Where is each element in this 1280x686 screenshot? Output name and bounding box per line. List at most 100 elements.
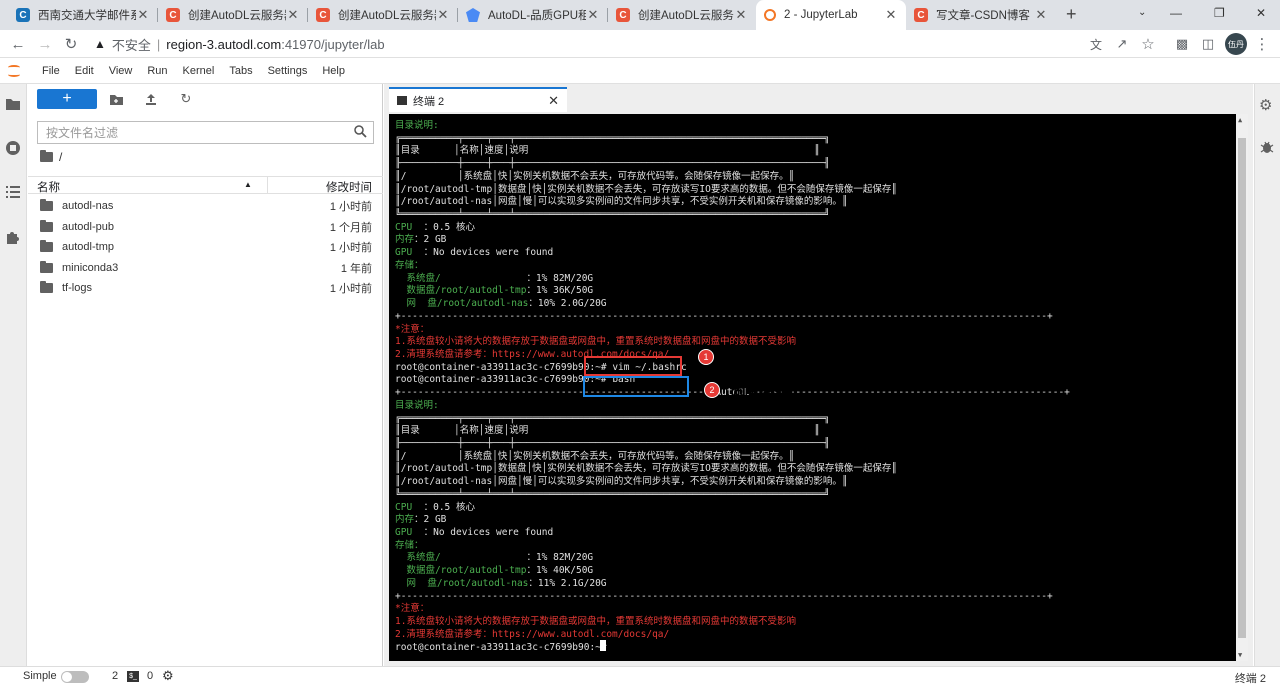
reload-icon[interactable]: ↻ <box>61 34 81 54</box>
scroll-thumb[interactable] <box>1238 138 1246 638</box>
tab-close-icon[interactable]: ✕ <box>286 7 300 23</box>
browser-tab-title: 2 - JupyterLab <box>784 9 858 21</box>
window-close-icon[interactable]: ✕ <box>1256 6 1266 20</box>
bookmark-star-icon[interactable]: ☆ <box>1138 34 1158 54</box>
menu-view[interactable]: View <box>109 65 133 77</box>
file-browser-panel: + ↻ 按文件名过滤 / 名称 ▲ 修改时间 autodl-nas 1 小时前 au… <box>28 84 383 666</box>
tab-close-icon[interactable]: ✕ <box>136 7 150 23</box>
toc-icon[interactable] <box>4 183 22 201</box>
terminal-key: CPU <box>395 501 424 513</box>
new-tab-button[interactable]: + <box>1066 4 1077 25</box>
new-folder-icon[interactable] <box>108 91 124 107</box>
extensions-icon[interactable]: ▩ <box>1172 34 1192 54</box>
file-row[interactable]: autodl-nas 1 小时前 <box>28 196 383 216</box>
extension-puzzle-icon[interactable] <box>4 228 22 246</box>
scroll-down-icon[interactable]: ▼ <box>1238 651 1242 659</box>
menu-run[interactable]: Run <box>147 65 167 77</box>
tab-close-icon[interactable]: ✕ <box>436 7 450 23</box>
tab-search-icon[interactable]: ⌄ <box>1138 7 1146 18</box>
file-filter-input[interactable]: 按文件名过滤 <box>37 121 374 144</box>
browser-toolbar: ← → ↻ ▲ 不安全 | region-3.autodl.com :41970… <box>0 30 1280 58</box>
search-icon <box>354 125 367 141</box>
terminal-scrollbar[interactable]: ▲ ▼ <box>1236 114 1248 661</box>
terminal-output[interactable]: 目录说明: ╔══════════╤════╤═══╤══════════════… <box>389 114 1248 661</box>
browser-tab[interactable]: C 西南交通大学邮件系统✕ <box>8 0 158 30</box>
terminal-line: 内存：2 GB <box>395 514 446 526</box>
browser-tab[interactable]: C 写文章-CSDN博客 ✕ <box>906 0 1056 30</box>
file-modified: 1 小时前 <box>329 242 372 255</box>
left-activity-bar <box>0 84 27 666</box>
menu-kernel[interactable]: Kernel <box>183 65 215 77</box>
menu-help[interactable]: Help <box>322 65 345 77</box>
terminal-line: ╟──────────┼────┼───┼───────────────────… <box>395 438 830 449</box>
menu-icon[interactable]: ⋮ <box>1252 34 1272 54</box>
terminal-key: CPU <box>395 221 424 233</box>
terminal-line: *注意： <box>395 323 430 335</box>
kernel-count[interactable]: 0 <box>147 670 153 682</box>
warning-icon: ▲ <box>94 37 106 51</box>
maximize-icon[interactable]: ❐ <box>1214 6 1225 20</box>
tab-close-icon[interactable]: ✕ <box>586 7 600 23</box>
browser-tab-title: 创建AutoDL云服务器 <box>188 10 286 22</box>
folder-icon[interactable] <box>4 95 22 113</box>
translate-icon[interactable]: 文 <box>1086 34 1106 54</box>
back-icon[interactable]: ← <box>8 34 28 54</box>
file-name: autodl-nas <box>62 200 114 212</box>
terminal-key: 系统盘/ <box>395 272 527 284</box>
main-dock-panel: 终端 2 ✕ 目录说明: ╔══════════╤════╤═══╤═══════… <box>384 84 1253 666</box>
kernel-gear-icon: ⚙ <box>162 668 174 683</box>
menu-file[interactable]: File <box>42 65 60 77</box>
address-bar[interactable]: ▲ 不安全 | region-3.autodl.com :41970/jupyt… <box>94 32 1166 56</box>
simple-mode-toggle[interactable] <box>61 671 89 683</box>
menu-tabs[interactable]: Tabs <box>229 65 252 77</box>
browser-tab-title: 西南交通大学邮件系统 <box>38 10 136 22</box>
terminal-key: 内存 <box>395 234 415 246</box>
terminal-tab-title: 终端 2 <box>413 95 445 108</box>
browser-tab[interactable]: AutoDL-品质GPU租用✕ <box>458 0 608 30</box>
terminal-tab[interactable]: 终端 2 ✕ <box>389 87 567 112</box>
terminal-line: ║/ │系统盘│快│实例关机数据不会丢失，可存放代码等。会随保存镜像一起保存。║ <box>395 450 795 462</box>
upload-icon[interactable] <box>143 91 159 107</box>
file-row[interactable]: autodl-pub 1 个月前 <box>28 217 383 237</box>
breadcrumb[interactable]: / <box>40 150 62 164</box>
terminal-value: ：1% 36K/50G <box>526 285 594 297</box>
profile-avatar[interactable]: 伍丹 <box>1225 33 1247 55</box>
forward-icon[interactable]: → <box>35 34 55 54</box>
debugger-icon[interactable] <box>1260 140 1274 157</box>
file-row[interactable]: autodl-tmp 1 小时前 <box>28 237 383 257</box>
browser-tab[interactable]: C 创建AutoDL云服务器✕ <box>158 0 308 30</box>
property-inspector-icon[interactable]: ⚙ <box>1259 96 1272 114</box>
menu-edit[interactable]: Edit <box>75 65 94 77</box>
terminal-key: GPU <box>395 247 424 259</box>
browser-tab-title: 写文章-CSDN博客 <box>936 10 1030 22</box>
sidepanel-icon[interactable]: ◫ <box>1198 34 1218 54</box>
annotation-label-1: 进入编辑 <box>727 351 788 368</box>
close-icon[interactable]: ✕ <box>548 93 559 109</box>
terminal-line: ║/root/autodl-tmp│数据盘│快│实例关机数据不会丢失，可存放读写… <box>395 183 898 195</box>
running-icon[interactable] <box>4 139 22 157</box>
browser-tab[interactable]: C 创建AutoDL云服务器✕ <box>308 0 458 30</box>
autodl-favicon-icon <box>466 8 480 22</box>
file-row[interactable]: tf-logs 1 小时前 <box>28 278 383 298</box>
browser-tab[interactable]: C 创建AutoDL云服务器✕ <box>608 0 756 30</box>
minimize-icon[interactable]: — <box>1170 6 1182 20</box>
share-icon[interactable]: ↗ <box>1112 34 1132 54</box>
scroll-up-icon[interactable]: ▲ <box>1238 116 1242 124</box>
browser-tab-strip: C西南交通大学邮件系统✕C创建AutoDL云服务器✕C创建AutoDL云服务器✕… <box>0 0 1280 30</box>
file-modified: 1 小时前 <box>329 283 372 296</box>
new-launcher-button[interactable]: + <box>37 89 97 109</box>
column-modified[interactable]: 修改时间 <box>326 179 372 195</box>
browser-tab[interactable]: 2 - JupyterLab ✕ <box>756 0 906 30</box>
terminal-count[interactable]: 2 <box>112 670 118 682</box>
folder-icon <box>40 219 53 232</box>
file-row[interactable]: miniconda3 1 年前 <box>28 258 383 278</box>
column-name[interactable]: 名称 <box>37 179 60 195</box>
tab-close-icon[interactable]: ✕ <box>884 7 898 23</box>
menu-settings[interactable]: Settings <box>268 65 308 77</box>
refresh-icon[interactable]: ↻ <box>178 91 194 107</box>
file-modified: 1 年前 <box>340 262 372 275</box>
jupyter-favicon-icon <box>764 9 776 21</box>
tab-close-icon[interactable]: ✕ <box>1034 7 1048 23</box>
simple-mode-label: Simple <box>23 670 57 682</box>
tab-close-icon[interactable]: ✕ <box>734 7 748 23</box>
